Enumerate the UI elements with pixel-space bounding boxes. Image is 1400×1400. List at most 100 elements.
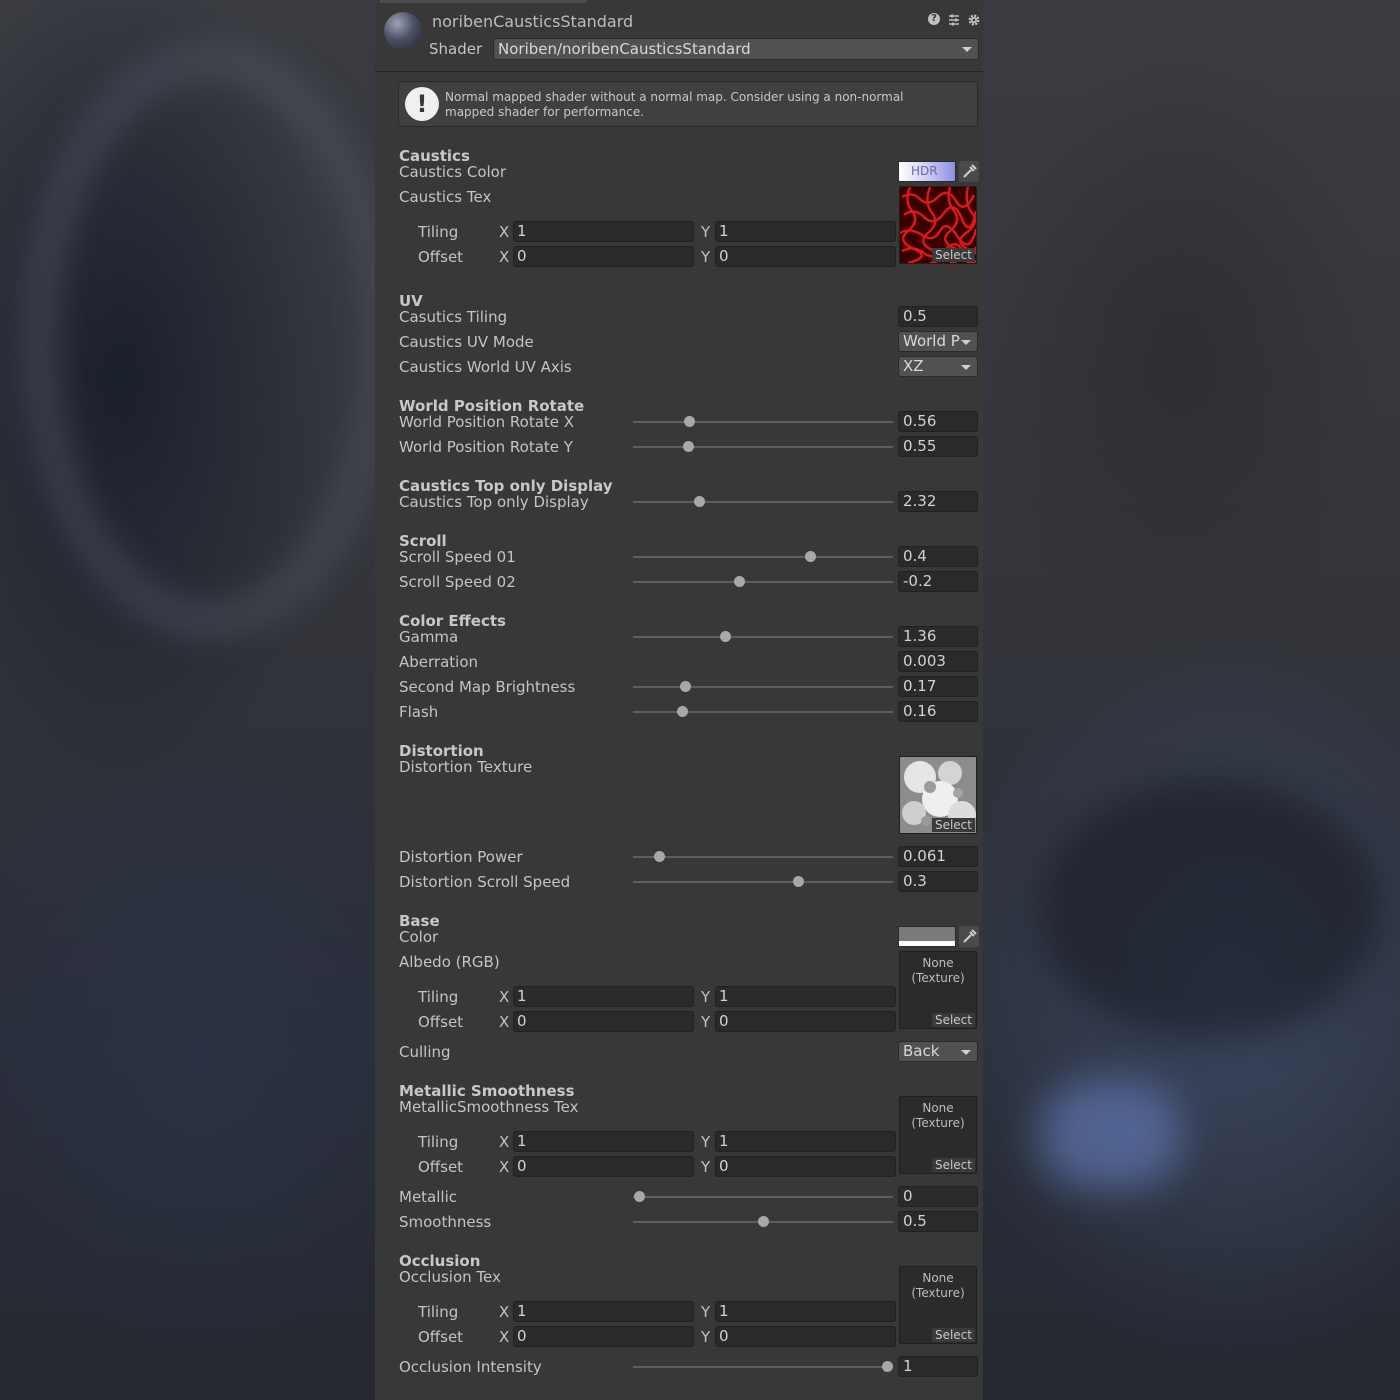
help-icon[interactable]: ? xyxy=(928,13,940,25)
world-position-rotate-y-slider[interactable] xyxy=(633,441,893,452)
world-position-rotate-x-slider[interactable] xyxy=(633,416,893,427)
slider-thumb[interactable] xyxy=(682,441,694,452)
gear-icon[interactable] xyxy=(967,12,981,26)
distortion-scroll-speed-slider[interactable] xyxy=(633,876,893,887)
metallic-tiling-x[interactable]: 1 xyxy=(513,1131,694,1152)
distortion-scroll-speed-field[interactable]: 0.3 xyxy=(898,871,978,892)
slider-thumb[interactable] xyxy=(654,851,666,862)
smoothness-field[interactable]: 0.5 xyxy=(898,1211,978,1232)
slider-thumb[interactable] xyxy=(683,416,695,427)
select-texture-button[interactable]: Select xyxy=(931,1158,975,1172)
metallic-slider[interactable] xyxy=(633,1191,893,1202)
scroll-speed-02-field[interactable]: -0.2 xyxy=(898,571,978,592)
metallic-offset-x[interactable]: 0 xyxy=(513,1156,694,1177)
aberration-field[interactable]: 0.003 xyxy=(898,651,978,672)
caustics-world-uv-axis-dropdown[interactable]: XZ xyxy=(898,356,978,377)
occlusion-intensity-field[interactable]: 1 xyxy=(898,1356,978,1377)
section-header-metallic-smoothness: Metallic Smoothness xyxy=(399,1082,575,1100)
world-position-rotate-y-field[interactable]: 0.55 xyxy=(898,436,978,457)
caustics-tiling-y[interactable]: 1 xyxy=(715,221,896,242)
scroll-speed-01-field[interactable]: 0.4 xyxy=(898,546,978,567)
eyedropper-icon[interactable] xyxy=(959,161,979,182)
shader-dropdown-value: Noriben/noribenCausticsStandard xyxy=(498,40,751,58)
shader-dropdown[interactable]: Noriben/noribenCausticsStandard xyxy=(493,38,979,60)
slider-thumb[interactable] xyxy=(676,706,688,717)
occlusion-intensity-slider[interactable] xyxy=(633,1361,893,1372)
slider-thumb[interactable] xyxy=(882,1361,893,1372)
select-texture-button[interactable]: Select xyxy=(931,248,975,262)
material-preview-sphere[interactable] xyxy=(384,12,422,50)
eyedropper-icon[interactable] xyxy=(959,926,979,947)
smoothness-slider[interactable] xyxy=(633,1216,893,1227)
gamma-slider[interactable] xyxy=(633,631,893,642)
preset-icon[interactable] xyxy=(947,12,961,26)
section-header-occlusion: Occlusion xyxy=(399,1252,481,1270)
base-color-field[interactable] xyxy=(898,926,956,947)
select-texture-button[interactable]: Select xyxy=(931,1013,975,1027)
caustics-offset-x[interactable]: 0 xyxy=(513,246,694,267)
scroll-speed-02-slider[interactable] xyxy=(633,576,893,587)
albedo-texture-slot[interactable]: None (Texture) Select xyxy=(899,951,977,1029)
chevron-down-icon xyxy=(961,340,971,345)
albedo-tiling-y[interactable]: 1 xyxy=(715,986,896,1007)
slider-thumb[interactable] xyxy=(634,1191,645,1202)
header-divider xyxy=(375,71,983,72)
casutics-tiling-field[interactable]: 0.5 xyxy=(898,306,978,327)
caustics-offset-y[interactable]: 0 xyxy=(715,246,896,267)
flash-slider[interactable] xyxy=(633,706,893,717)
scroll-speed-01-label: Scroll Speed 01 xyxy=(399,548,516,566)
section-header-uv: UV xyxy=(399,292,423,310)
occlusion-texture-slot[interactable]: None (Texture) Select xyxy=(899,1266,977,1344)
occlusion-tiling-y[interactable]: 1 xyxy=(715,1301,896,1322)
slider-thumb[interactable] xyxy=(804,551,816,562)
flash-field[interactable]: 0.16 xyxy=(898,701,978,722)
metallic-smoothness-tex-label: MetallicSmoothness Tex xyxy=(399,1098,579,1116)
caustics-uv-mode-label: Caustics UV Mode xyxy=(399,333,534,351)
section-header-color-effects: Color Effects xyxy=(399,612,506,630)
metallic-offset-y[interactable]: 0 xyxy=(715,1156,896,1177)
caustics-uv-mode-dropdown[interactable]: World P xyxy=(898,331,978,352)
occlusion-offset-y[interactable]: 0 xyxy=(715,1326,896,1347)
metallic-field[interactable]: 0 xyxy=(898,1186,978,1207)
slider-thumb[interactable] xyxy=(694,496,706,507)
caustics-color-field[interactable]: HDR xyxy=(898,161,956,182)
distortion-power-slider[interactable] xyxy=(633,851,893,862)
caustics-texture-slot[interactable]: Select xyxy=(899,186,977,264)
select-texture-button[interactable]: Select xyxy=(931,1328,975,1342)
gamma-field[interactable]: 1.36 xyxy=(898,626,978,647)
albedo-tiling-x[interactable]: 1 xyxy=(513,986,694,1007)
world-position-rotate-x-field[interactable]: 0.56 xyxy=(898,411,978,432)
albedo-offset-y[interactable]: 0 xyxy=(715,1011,896,1032)
smoothness-label: Smoothness xyxy=(399,1213,492,1231)
distortion-power-field[interactable]: 0.061 xyxy=(898,846,978,867)
chevron-down-icon xyxy=(961,1050,971,1055)
albedo-offset-x[interactable]: 0 xyxy=(513,1011,694,1032)
caustics-top-only-slider[interactable] xyxy=(633,496,893,507)
warning-help-box: ! Normal mapped shader without a normal … xyxy=(398,81,978,127)
second-map-brightness-slider[interactable] xyxy=(633,681,893,692)
distortion-texture-slot[interactable]: Select xyxy=(899,756,977,834)
distortion-scroll-speed-label: Distortion Scroll Speed xyxy=(399,873,571,891)
x-axis-label: X xyxy=(499,1158,510,1176)
y-axis-label: Y xyxy=(701,223,711,241)
occlusion-offset-x[interactable]: 0 xyxy=(513,1326,694,1347)
slider-thumb[interactable] xyxy=(734,576,746,587)
section-header-scroll: Scroll xyxy=(399,532,447,550)
caustics-top-only-field[interactable]: 2.32 xyxy=(898,491,978,512)
metallic-smoothness-texture-slot[interactable]: None (Texture) Select xyxy=(899,1096,977,1174)
select-texture-button[interactable]: Select xyxy=(931,818,975,832)
slider-thumb[interactable] xyxy=(679,681,691,692)
occlusion-tiling-x[interactable]: 1 xyxy=(513,1301,694,1322)
culling-dropdown[interactable]: Back xyxy=(898,1041,978,1062)
metallic-tiling-y[interactable]: 1 xyxy=(715,1131,896,1152)
distortion-texture-label: Distortion Texture xyxy=(399,758,533,776)
second-map-brightness-field[interactable]: 0.17 xyxy=(898,676,978,697)
slider-thumb[interactable] xyxy=(719,631,731,642)
caustics-tiling-x[interactable]: 1 xyxy=(513,221,694,242)
slider-thumb[interactable] xyxy=(758,1216,769,1227)
warning-text-line1: Normal mapped shader without a normal ma… xyxy=(445,90,904,104)
scroll-speed-01-slider[interactable] xyxy=(633,551,893,562)
material-name: noribenCausticsStandard xyxy=(432,12,634,31)
slider-thumb[interactable] xyxy=(793,876,805,887)
culling-value: Back xyxy=(903,1042,940,1060)
